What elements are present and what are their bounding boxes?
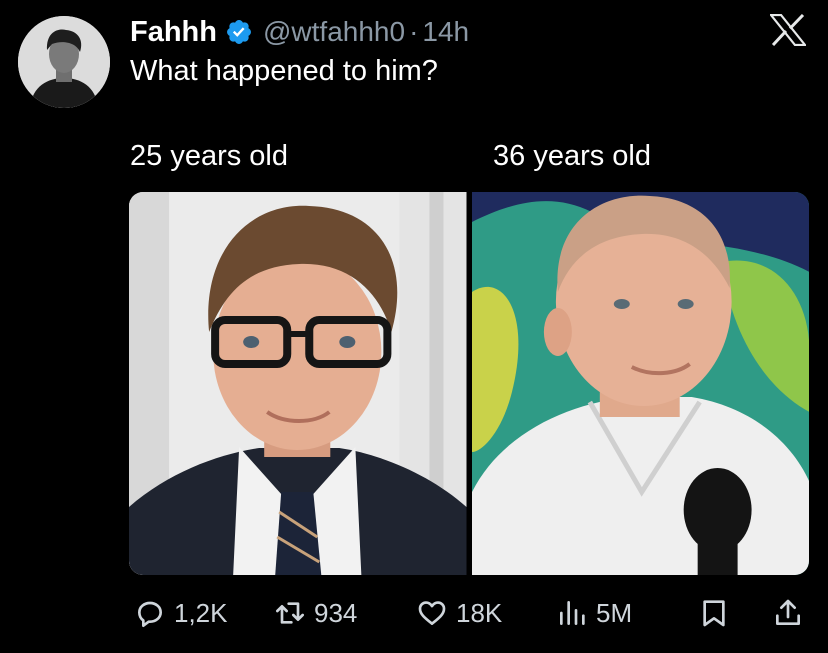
- post-text: What happened to him?: [130, 55, 438, 87]
- avatar-photo: [18, 16, 110, 108]
- like-button[interactable]: 18K: [416, 593, 502, 633]
- author-name[interactable]: Fahhh: [130, 16, 217, 49]
- views-count: 5M: [596, 597, 633, 628]
- post-time[interactable]: 14h: [422, 16, 469, 48]
- left-photo[interactable]: [129, 192, 467, 575]
- like-count: 18K: [456, 597, 503, 628]
- post-media[interactable]: [129, 192, 809, 575]
- action-bar: 1,2K 934 18K 5M: [0, 593, 828, 633]
- bookmark-button[interactable]: [698, 593, 730, 633]
- author-handle[interactable]: @wtfahhh0: [263, 16, 405, 48]
- repost-button[interactable]: 934: [274, 593, 357, 633]
- repost-icon: [276, 602, 304, 624]
- right-photo[interactable]: [471, 192, 809, 575]
- reply-button[interactable]: 1,2K: [134, 593, 228, 633]
- views-button[interactable]: 5M: [556, 593, 632, 633]
- separator-dot: ·: [409, 16, 419, 47]
- reply-count: 1,2K: [174, 597, 228, 628]
- right-photo-caption: 36 years old: [493, 140, 651, 172]
- reply-icon: [138, 601, 162, 627]
- author-avatar[interactable]: [18, 16, 110, 108]
- young-man-glasses-photo: [129, 192, 467, 575]
- share-icon: [776, 599, 800, 625]
- like-icon: [418, 601, 446, 625]
- repost-count: 934: [314, 597, 358, 628]
- left-photo-caption: 25 years old: [130, 140, 288, 172]
- bookmark-icon: [703, 600, 725, 627]
- older-man-photo: [471, 192, 809, 575]
- post-header: Fahhh @wtfahhh0 · 14h: [130, 12, 469, 52]
- views-icon: [560, 601, 585, 625]
- verified-badge-icon: [227, 20, 251, 44]
- x-logo-icon: [770, 14, 806, 46]
- share-button[interactable]: [772, 593, 804, 633]
